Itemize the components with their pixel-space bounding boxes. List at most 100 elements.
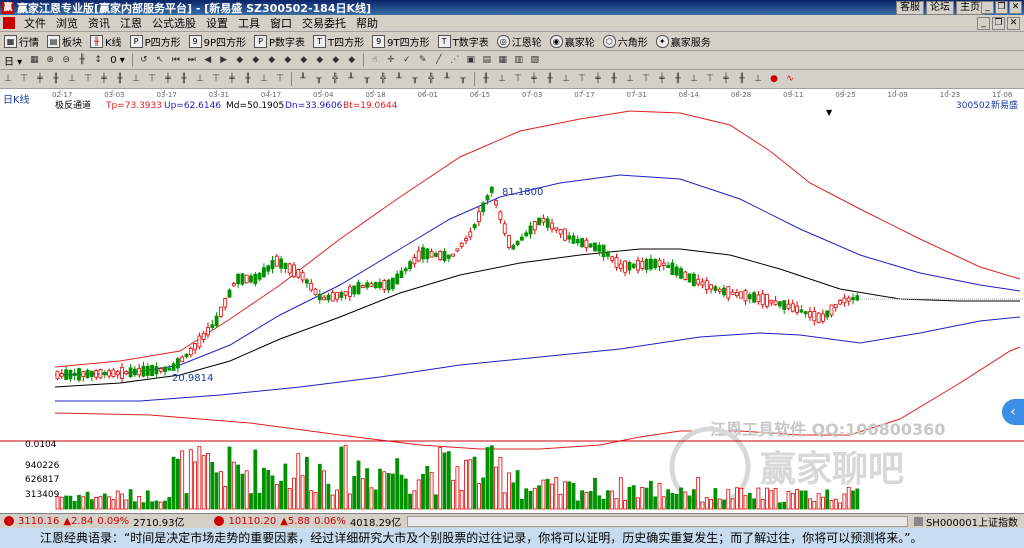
tool-icon[interactable]: ⊤ bbox=[82, 73, 94, 85]
fan-icon[interactable]: ⋰ bbox=[449, 54, 461, 66]
tb-table-p-button[interactable]: P P数字表 bbox=[250, 33, 309, 49]
check-icon[interactable]: ✓ bbox=[401, 54, 413, 66]
diamond-icon[interactable]: ◆ bbox=[250, 54, 262, 66]
tool-icon[interactable]: ⊥ bbox=[560, 73, 572, 85]
arrow-icon[interactable]: ↕ bbox=[92, 54, 104, 66]
diamond-icon[interactable]: ◆ bbox=[234, 54, 246, 66]
tb-winner-wheel-button[interactable]: ◉ 赢家轮 bbox=[546, 33, 599, 49]
kline-chart[interactable]: 日K线 02-17 03-03 03-17 03-31 04-17 05-04 05-18 0… bbox=[0, 89, 1024, 513]
tool-icon[interactable]: ╥ bbox=[457, 73, 469, 85]
bars-icon[interactable]: ╫ bbox=[76, 54, 88, 66]
menu-gann[interactable]: 江恩 bbox=[115, 15, 147, 31]
refresh-icon[interactable]: ↺ bbox=[138, 54, 150, 66]
tool-icon[interactable]: ⊥ bbox=[752, 73, 764, 85]
line-icon[interactable]: ╱ bbox=[433, 54, 445, 66]
menu-tools[interactable]: 工具 bbox=[233, 15, 265, 31]
tb-square-t-button[interactable]: T T四方形 bbox=[309, 33, 368, 49]
tool-icon[interactable]: ⊥ bbox=[2, 73, 14, 85]
scrollbar-track[interactable] bbox=[407, 515, 908, 527]
tool-icon[interactable]: ╪ bbox=[720, 73, 732, 85]
tb-hexagon-button[interactable]: ⬡ 六角形 bbox=[599, 33, 652, 49]
tool-icon[interactable]: ╨ bbox=[393, 73, 405, 85]
grid-icon[interactable]: ▦ bbox=[28, 54, 40, 66]
diamond-icon[interactable]: ◆ bbox=[314, 54, 326, 66]
diamond-icon[interactable]: ◆ bbox=[282, 54, 294, 66]
hand-icon[interactable]: ☝ bbox=[369, 54, 381, 66]
tb-quotes-button[interactable]: ▦ 行情 bbox=[0, 33, 43, 49]
tool-icon[interactable]: ╥ bbox=[313, 73, 325, 85]
menu-window[interactable]: 窗口 bbox=[265, 15, 297, 31]
tool-icon[interactable]: ⊥ bbox=[496, 73, 508, 85]
calc-icon[interactable]: ▦ bbox=[497, 54, 509, 66]
tool-icon[interactable]: ╨ bbox=[441, 73, 453, 85]
tool-icon[interactable]: ╨ bbox=[297, 73, 309, 85]
diamond-icon[interactable]: ◆ bbox=[266, 54, 278, 66]
tool-icon[interactable]: ╫ bbox=[736, 73, 748, 85]
tool-icon[interactable]: ╫ bbox=[544, 73, 556, 85]
table-icon[interactable]: ▤ bbox=[481, 54, 493, 66]
tool-icon[interactable]: ╬ bbox=[377, 73, 389, 85]
box-icon[interactable]: ▣ bbox=[465, 54, 477, 66]
tool-icon[interactable]: ⊥ bbox=[258, 73, 270, 85]
zoom-in-icon[interactable]: ⊕ bbox=[44, 54, 56, 66]
tool-icon[interactable]: ⊥ bbox=[66, 73, 78, 85]
side-expand-button[interactable]: ‹ bbox=[1002, 399, 1024, 425]
tool-icon[interactable]: ╪ bbox=[656, 73, 668, 85]
diamond-icon[interactable]: ◆ bbox=[346, 54, 358, 66]
menu-trade[interactable]: 交易委托 bbox=[297, 15, 351, 31]
tb-square-9t-button[interactable]: 9 9T四方形 bbox=[368, 33, 433, 49]
cross-icon[interactable]: ✛ bbox=[385, 54, 397, 66]
tool-icon[interactable]: ● bbox=[768, 73, 780, 85]
tool-icon[interactable]: ⊤ bbox=[512, 73, 524, 85]
last-icon[interactable]: ⏭ bbox=[186, 54, 198, 66]
calendar-icon[interactable]: ▥ bbox=[513, 54, 525, 66]
tool-icon[interactable]: ╥ bbox=[409, 73, 421, 85]
tool-icon[interactable]: ⊤ bbox=[274, 73, 286, 85]
menu-file[interactable]: 文件 bbox=[19, 15, 51, 31]
tool-icon[interactable]: ╫ bbox=[178, 73, 190, 85]
tool-icon[interactable]: ⊤ bbox=[576, 73, 588, 85]
tb-kline-button[interactable]: ╫ K线 bbox=[86, 33, 126, 49]
menu-browse[interactable]: 浏览 bbox=[51, 15, 83, 31]
tool-icon[interactable]: ╫ bbox=[672, 73, 684, 85]
tool-icon[interactable]: ╫ bbox=[242, 73, 254, 85]
wave-icon[interactable]: ∿ bbox=[784, 73, 796, 85]
pen-icon[interactable]: ✎ bbox=[417, 54, 429, 66]
zoom-out-icon[interactable]: ⊖ bbox=[60, 54, 72, 66]
tool-icon[interactable]: ╬ bbox=[329, 73, 341, 85]
period-select[interactable]: 日 ▾ bbox=[0, 52, 26, 68]
first-icon[interactable]: ⏮ bbox=[170, 54, 182, 66]
tb-blocks-button[interactable]: ▤ 板块 bbox=[43, 33, 86, 49]
tb-table-t-button[interactable]: T T数字表 bbox=[434, 33, 493, 49]
tool-icon[interactable]: ╫ bbox=[50, 73, 62, 85]
diamond-icon[interactable]: ◆ bbox=[298, 54, 310, 66]
tool-icon[interactable]: ⊤ bbox=[640, 73, 652, 85]
cursor-icon[interactable]: ↖ bbox=[154, 54, 166, 66]
tool-icon[interactable]: ⊤ bbox=[146, 73, 158, 85]
tool-icon[interactable]: ╪ bbox=[528, 73, 540, 85]
tool-icon[interactable]: ╪ bbox=[592, 73, 604, 85]
link-service[interactable]: 客服 bbox=[896, 1, 924, 15]
tb-service-button[interactable]: ✦ 赢家服务 bbox=[652, 33, 715, 49]
minimize-icon[interactable]: _ bbox=[981, 1, 994, 14]
tool-icon[interactable]: ╫ bbox=[114, 73, 126, 85]
tool-icon[interactable]: ╪ bbox=[226, 73, 238, 85]
child-minimize-icon[interactable]: _ bbox=[977, 17, 990, 30]
value-select[interactable]: 0 ▾ bbox=[106, 52, 129, 68]
tool-icon[interactable]: ⊥ bbox=[194, 73, 206, 85]
notes-icon[interactable]: ▧ bbox=[529, 54, 541, 66]
tb-square-9p-button[interactable]: 9 9P四方形 bbox=[185, 33, 250, 49]
tool-icon[interactable]: ╫ bbox=[608, 73, 620, 85]
tool-icon[interactable]: ⊥ bbox=[130, 73, 142, 85]
link-home[interactable]: 主页 bbox=[956, 1, 984, 15]
link-forum[interactable]: 论坛 bbox=[926, 1, 954, 15]
tool-icon[interactable]: ⊥ bbox=[624, 73, 636, 85]
tool-icon[interactable]: ╨ bbox=[345, 73, 357, 85]
tool-icon[interactable]: ╪ bbox=[34, 73, 46, 85]
menu-settings[interactable]: 设置 bbox=[201, 15, 233, 31]
child-close-icon[interactable]: ✕ bbox=[1007, 17, 1020, 30]
restore-icon[interactable]: ❐ bbox=[995, 1, 1008, 14]
tool-icon[interactable]: ╪ bbox=[98, 73, 110, 85]
tb-gann-wheel-button[interactable]: ◎ 江恩轮 bbox=[493, 33, 546, 49]
tool-icon[interactable]: ⊤ bbox=[18, 73, 30, 85]
